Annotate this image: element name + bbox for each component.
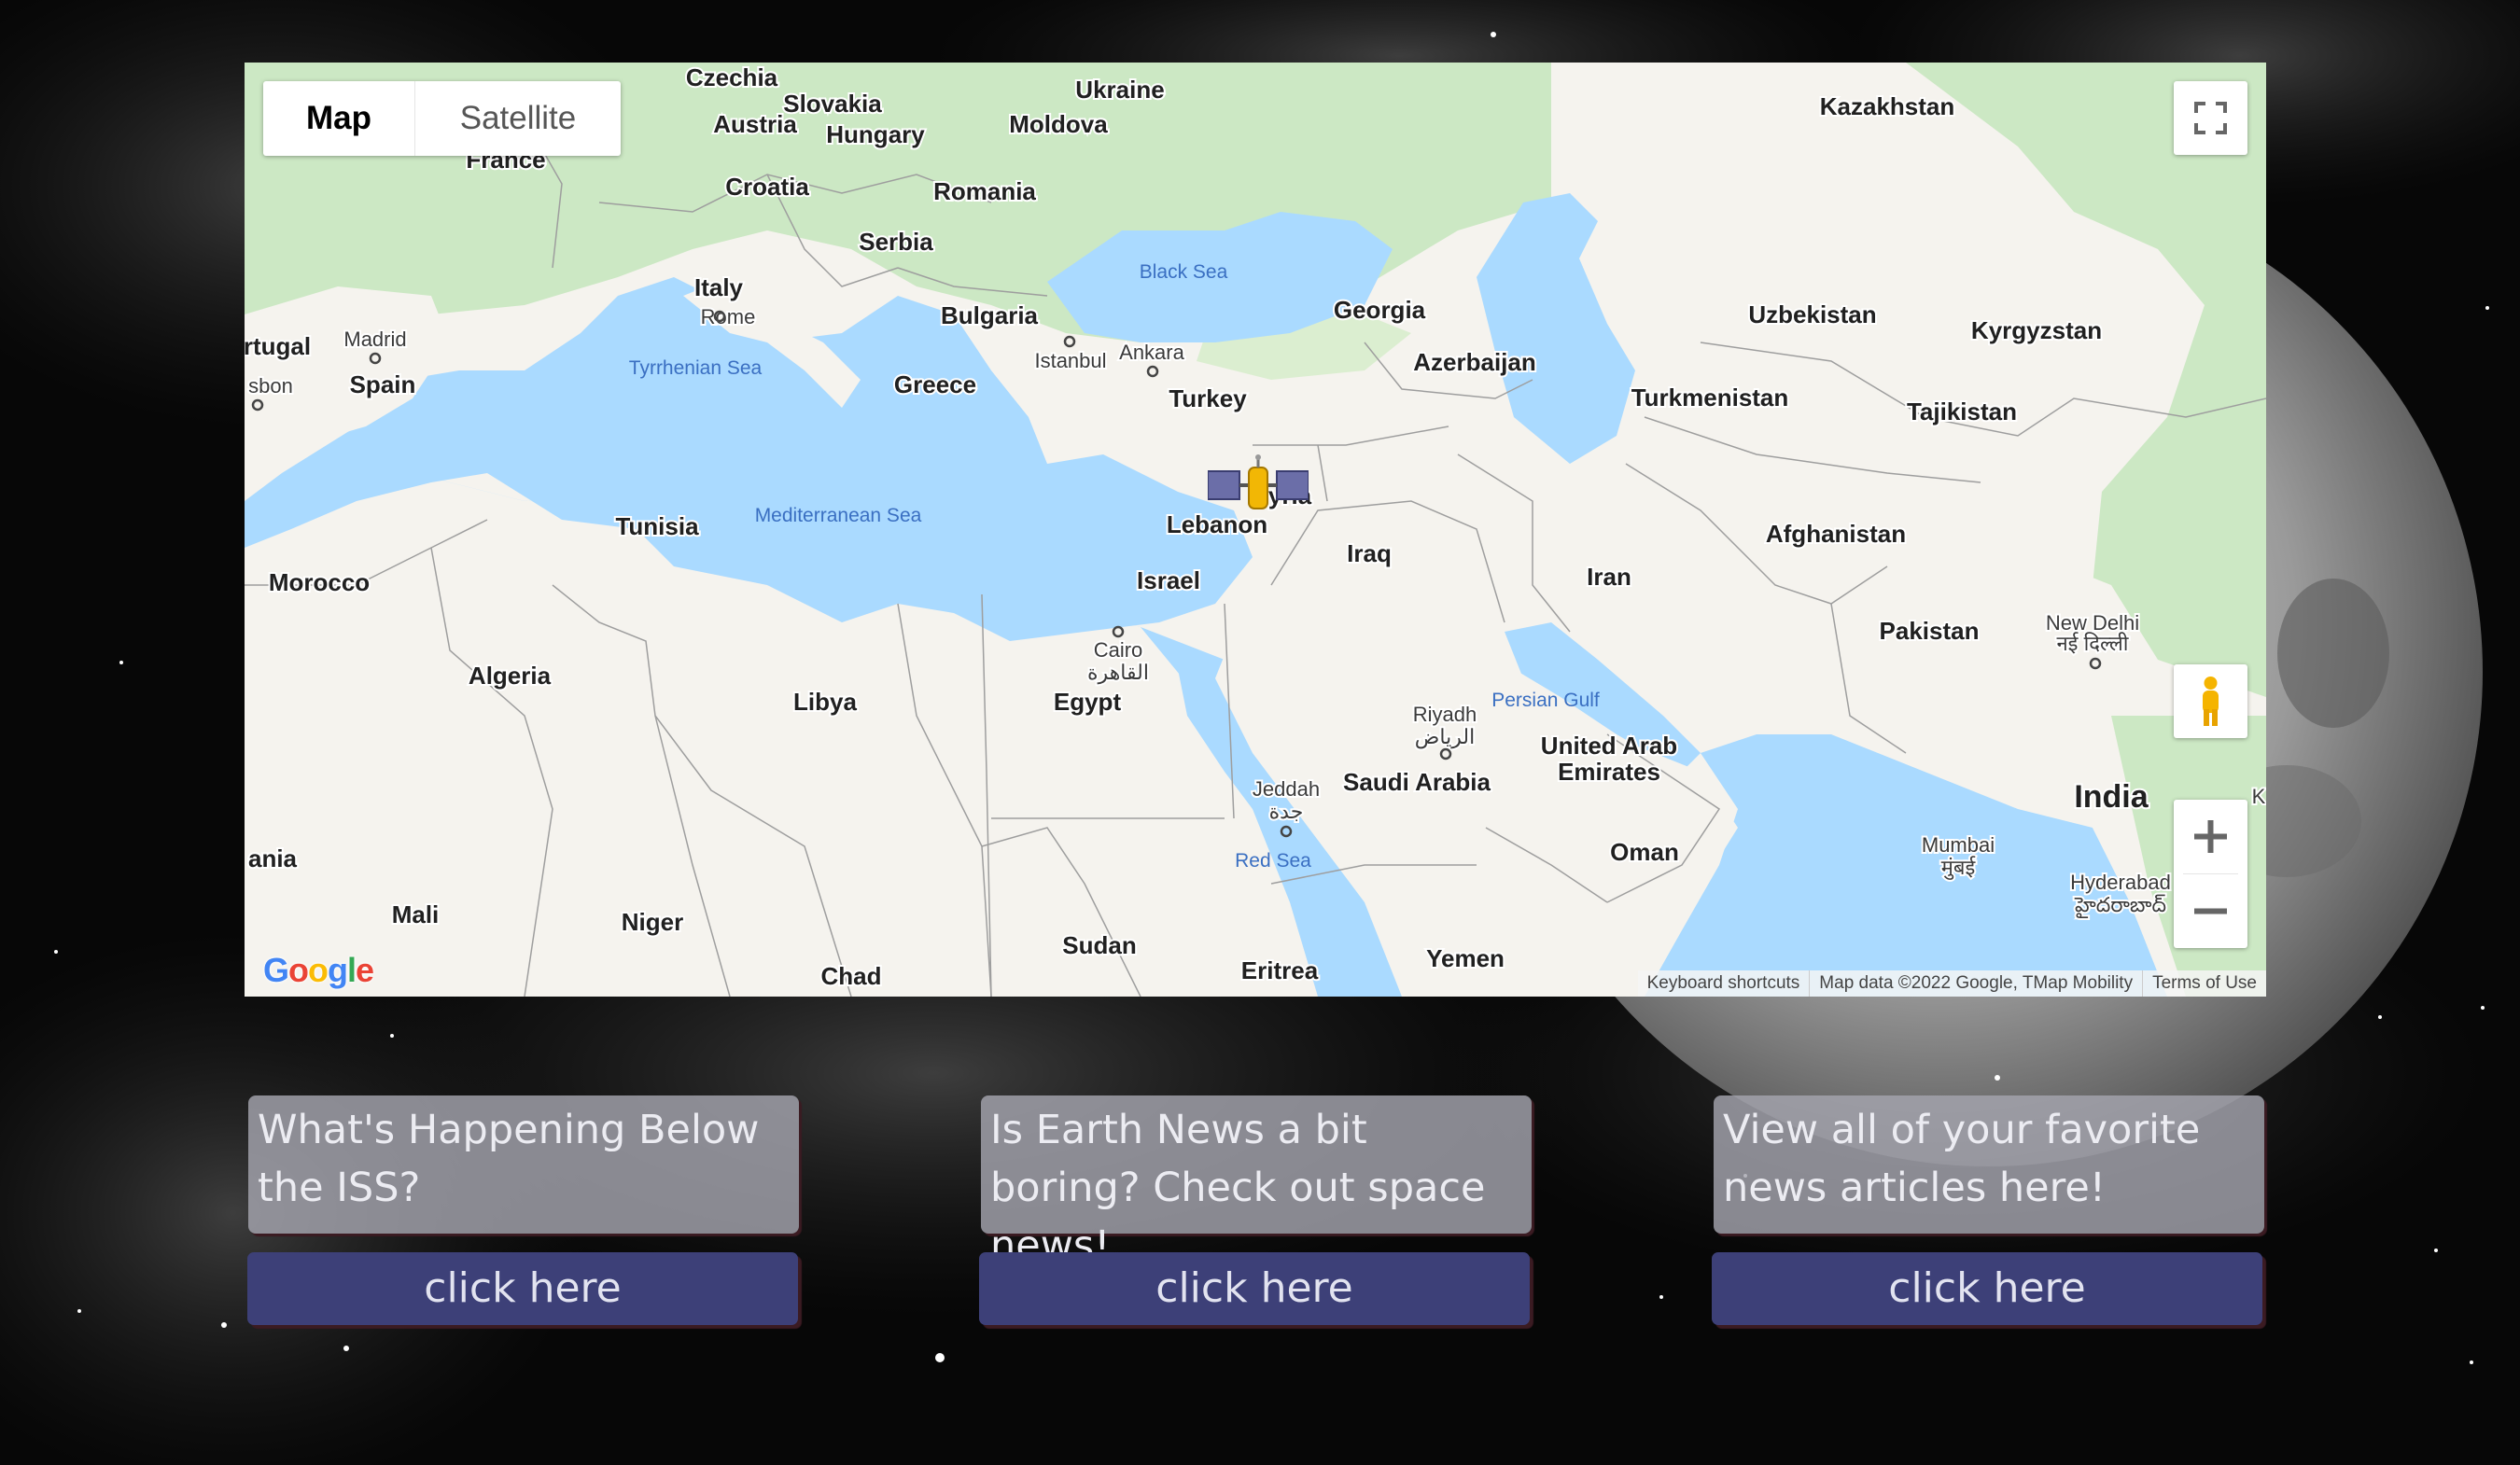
card-iss-info: What's Happening Below the ISS?	[248, 1095, 799, 1234]
map-container[interactable]: Czechia Slovakia Ukraine Kazakhstan Aust…	[245, 63, 2266, 997]
label-new-delhi-hi: नई दिल्ली	[2056, 632, 2128, 655]
label-niger: Niger	[622, 908, 683, 936]
label-tajikistan: Tajikistan	[1907, 398, 2017, 426]
map-type-map-button[interactable]: Map	[263, 81, 415, 156]
label-black-sea: Black Sea	[1140, 261, 1228, 283]
label-jeddah-ar: جدة	[1269, 800, 1304, 823]
label-oman: Oman	[1610, 838, 1679, 866]
card-space-news: Is Earth News a bit boring? Check out sp…	[981, 1095, 1532, 1269]
card-favorite-news: View all of your favorite news articles …	[1714, 1095, 2264, 1234]
label-georgia: Georgia	[1334, 296, 1426, 324]
street-view-pegman-button[interactable]	[2174, 664, 2247, 738]
label-bulgaria: Bulgaria	[941, 301, 1039, 329]
label-cairo-ar: القاهرة	[1087, 661, 1149, 685]
zoom-control	[2174, 800, 2247, 948]
label-morocco: Morocco	[269, 568, 370, 596]
label-turkmenistan: Turkmenistan	[1631, 384, 1789, 412]
label-egypt: Egypt	[1054, 688, 1122, 716]
label-afghanistan: Afghanistan	[1766, 520, 1906, 548]
label-persian-gulf: Persian Gulf	[1491, 690, 1600, 711]
zoom-out-button[interactable]	[2174, 874, 2247, 948]
map-type-satellite-button[interactable]: Satellite	[415, 81, 621, 156]
label-mediterranean-sea: Mediterranean Sea	[755, 505, 922, 526]
label-ukraine: Ukraine	[1075, 76, 1164, 104]
label-spain: Spain	[350, 370, 416, 398]
label-cairo: Cairo	[1094, 638, 1143, 662]
label-romania: Romania	[933, 177, 1036, 205]
zoom-in-button[interactable]	[2174, 800, 2247, 873]
plus-icon	[2194, 820, 2227, 853]
label-algeria: Algeria	[469, 662, 552, 690]
label-kyrgyzstan: Kyrgyzstan	[1971, 316, 2102, 344]
label-red-sea: Red Sea	[1235, 850, 1311, 872]
label-czechia: Czechia	[686, 63, 778, 91]
label-jeddah: Jeddah	[1253, 777, 1320, 801]
label-slovakia: Slovakia	[783, 90, 882, 118]
map-type-control: Map Satellite	[263, 81, 621, 156]
card-space-news-button[interactable]: click here	[979, 1252, 1530, 1325]
label-mali: Mali	[392, 900, 440, 928]
label-libya: Libya	[793, 688, 857, 716]
label-riyadh-ar: الرياض	[1415, 725, 1475, 749]
terms-of-use-link[interactable]: Terms of Use	[2142, 970, 2266, 997]
keyboard-shortcuts-link[interactable]: Keyboard shortcuts	[1638, 970, 1810, 997]
label-hungary: Hungary	[826, 120, 925, 148]
label-uae-line2: Emirates	[1558, 758, 1660, 786]
label-pakistan: Pakistan	[1880, 617, 1980, 645]
label-yemen: Yemen	[1426, 944, 1505, 972]
satellite-icon[interactable]	[1208, 454, 1309, 520]
label-riyadh: Riyadh	[1413, 703, 1477, 726]
map-data-text: Map data ©2022 Google, TMap Mobility	[1809, 970, 2142, 997]
label-italy: Italy	[694, 273, 744, 301]
label-uzbekistan: Uzbekistan	[1748, 300, 1876, 328]
label-tyrrhenian-sea: Tyrrhenian Sea	[629, 357, 763, 379]
label-hyderabad: Hyderabad	[2070, 871, 2171, 894]
label-saudi-arabia: Saudi Arabia	[1343, 768, 1491, 796]
label-iran: Iran	[1587, 563, 1631, 591]
label-eritrea: Eritrea	[1241, 956, 1319, 984]
label-moldova: Moldova	[1009, 110, 1108, 138]
label-lisbon: sbon	[248, 374, 293, 398]
map-canvas[interactable]: Czechia Slovakia Ukraine Kazakhstan Aust…	[245, 63, 2266, 997]
label-serbia: Serbia	[859, 228, 933, 256]
map-attribution: Keyboard shortcuts Map data ©2022 Google…	[1637, 970, 2266, 997]
label-croatia: Croatia	[725, 173, 809, 201]
pegman-icon	[2203, 677, 2219, 726]
fullscreen-icon	[2194, 102, 2227, 134]
label-mumbai: Mumbai	[1922, 833, 1995, 857]
label-greece: Greece	[894, 370, 976, 398]
label-hyderabad-te: హైదరాబాద్	[2074, 893, 2166, 918]
label-israel: Israel	[1137, 566, 1200, 594]
label-istanbul: Istanbul	[1034, 349, 1106, 372]
fullscreen-button[interactable]	[2174, 81, 2247, 155]
card-favorite-news-button[interactable]: click here	[1712, 1252, 2262, 1325]
label-madrid: Madrid	[343, 328, 406, 351]
label-mauritania: ania	[248, 844, 298, 872]
label-kazakhstan: Kazakhstan	[1820, 92, 1955, 120]
google-logo: Google	[263, 951, 374, 989]
label-chad: Chad	[821, 962, 882, 990]
label-mumbai-hi: मुंबई	[1941, 856, 1977, 880]
label-iraq: Iraq	[1347, 539, 1392, 567]
label-azerbaijan: Azerbaijan	[1413, 348, 1536, 376]
minus-icon	[2194, 908, 2227, 914]
label-india: India	[2074, 779, 2149, 815]
label-turkey: Turkey	[1169, 384, 1247, 412]
label-rome: Rome	[701, 305, 756, 328]
label-tunisia: Tunisia	[615, 512, 699, 540]
label-portugal: rtugal	[245, 332, 311, 360]
label-uae-line1: United Arab	[1541, 732, 1677, 760]
label-k: K	[2252, 785, 2266, 808]
label-ankara: Ankara	[1119, 341, 1184, 364]
label-austria: Austria	[713, 110, 797, 138]
label-sudan: Sudan	[1062, 931, 1136, 959]
card-iss-button[interactable]: click here	[247, 1252, 798, 1325]
